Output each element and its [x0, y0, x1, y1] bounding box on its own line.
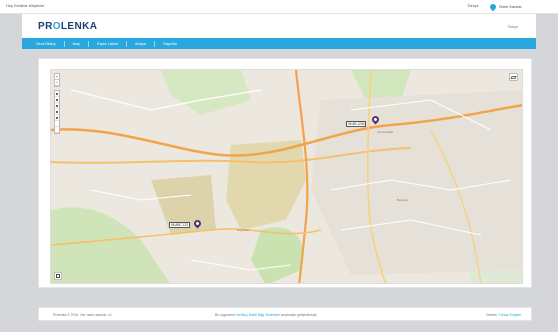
- support-link-en[interactable]: English: [510, 313, 521, 317]
- footer: Prolenka © 2016. Her hakkı saklıdır. v1 …: [38, 307, 532, 321]
- delete-layers-tool[interactable]: [55, 127, 59, 133]
- credit-link[interactable]: Yenilikçi Mobil Bilgi Sistemleri: [236, 313, 280, 317]
- zoom-out-button[interactable]: −: [55, 80, 59, 86]
- marker-label[interactable]: 06 ABC 123: [169, 222, 191, 228]
- support-link-tr[interactable]: Türkçe: [499, 313, 509, 317]
- support-links: Destek: Türkçe English: [486, 313, 521, 317]
- nav-report-list[interactable]: Rapor Listesi: [95, 42, 120, 46]
- location-pin-icon: [488, 2, 498, 12]
- nav-vehicle[interactable]: Araç: [71, 42, 82, 46]
- fullscreen-icon[interactable]: [54, 272, 62, 280]
- nav-reports[interactable]: Raporlar: [161, 42, 179, 46]
- nav-tools[interactable]: Araçlar: [133, 42, 148, 46]
- nav-divider: [154, 40, 156, 47]
- main-nav: Genel Bakış Araç Rapor Listesi Araçlar R…: [22, 38, 536, 49]
- nav-divider: [125, 40, 127, 47]
- header: PROLENKA Türkçe: [22, 14, 536, 38]
- language-selector[interactable]: Türkçe: [467, 4, 479, 8]
- marker-label[interactable]: 06 AB 1234: [346, 121, 367, 127]
- welcome-text: Hoş Geldiniz Müşterim: [6, 4, 45, 8]
- map-place-label: Eryaman: [237, 228, 250, 232]
- user-name: Ömer Karanlı: [499, 5, 522, 9]
- credit-text: Bu uygulama Yenilikçi Mobil Bilgi Sistem…: [215, 313, 318, 317]
- layers-icon[interactable]: [509, 73, 518, 81]
- top-bar: Hoş Geldiniz Müşterim Türkçe Ömer Karanl…: [0, 0, 558, 14]
- logo[interactable]: PROLENKA: [38, 21, 97, 32]
- map-place-label: Yenimahalle: [377, 130, 394, 134]
- user-menu[interactable]: Ömer Karanlı: [488, 2, 554, 12]
- map-panel: + − 06 AB 1234 06 ABC 123 Yenimahalle Ba…: [38, 58, 532, 288]
- nav-divider: [87, 40, 89, 47]
- map-background: [51, 70, 522, 283]
- copyright-text: Prolenka © 2016. Her hakkı saklıdır. v1: [53, 313, 112, 317]
- zoom-control: + −: [54, 73, 60, 87]
- nav-overview[interactable]: Genel Bakış: [34, 42, 58, 46]
- map-view[interactable]: + − 06 AB 1234 06 ABC 123 Yenimahalle Ba…: [50, 69, 523, 284]
- nav-divider: [63, 40, 65, 47]
- draw-toolbar: [54, 90, 60, 134]
- map-place-label: Batıkent: [397, 198, 409, 202]
- header-language[interactable]: Türkçe: [507, 25, 518, 29]
